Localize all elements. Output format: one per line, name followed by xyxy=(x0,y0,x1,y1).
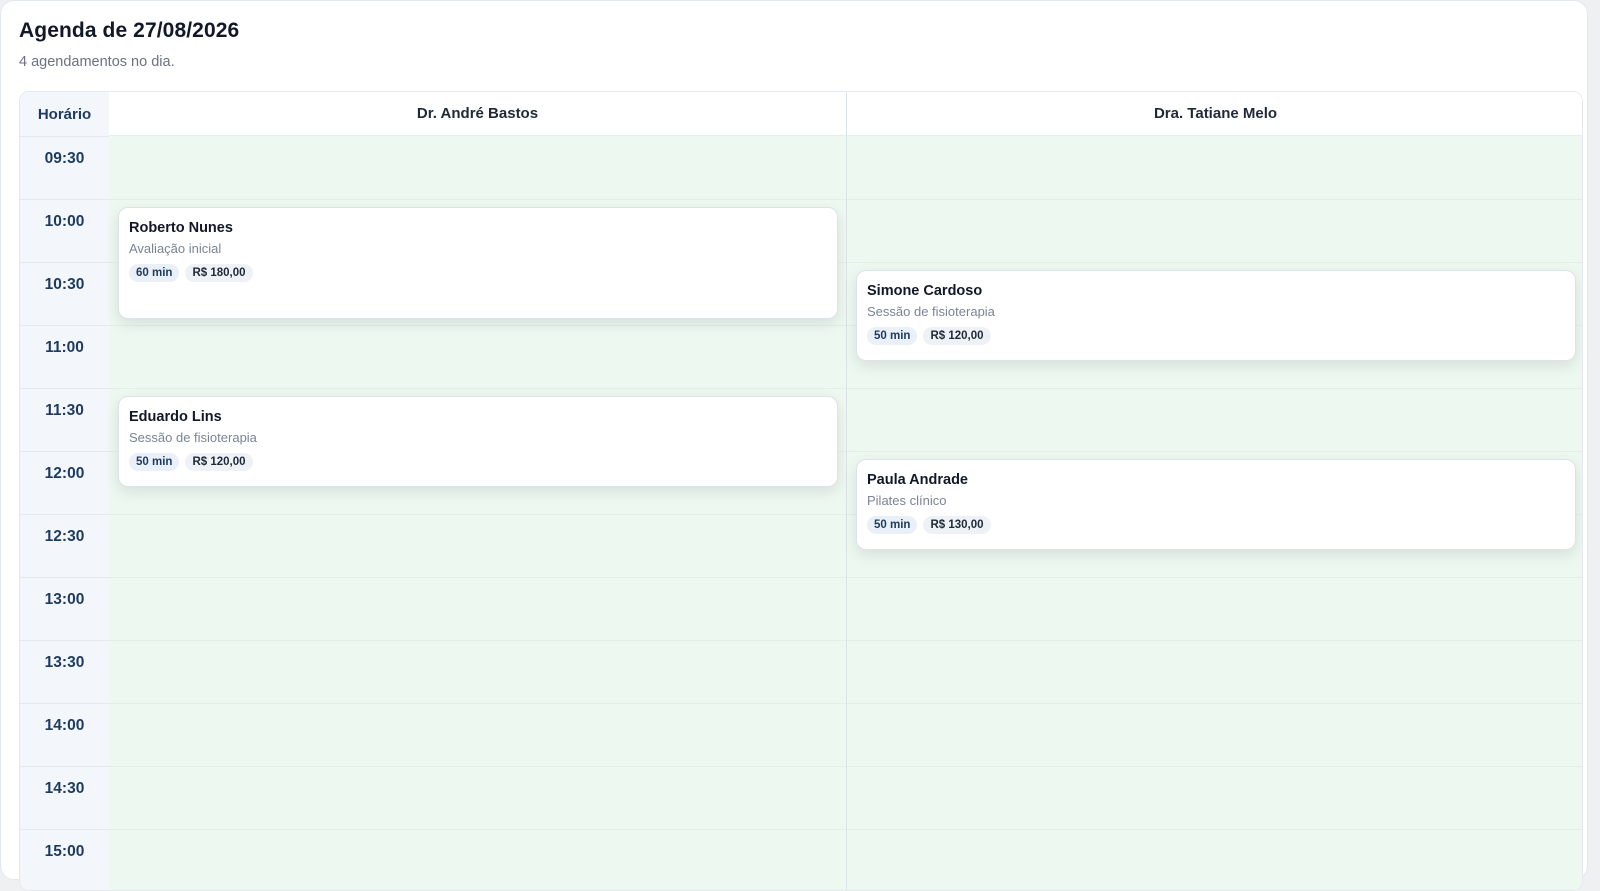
appointment-card-roberto-nunes[interactable]: Roberto Nunes Avaliação inicial 60 min R… xyxy=(118,207,838,319)
patient-name: Eduardo Lins xyxy=(129,409,222,425)
duration-badge: 60 min xyxy=(129,264,180,282)
time-slot: 11:00 xyxy=(20,325,109,388)
service-name: Sessão de fisioterapia xyxy=(867,304,995,319)
professional-header-tatiane-melo: Dra. Tatiane Melo xyxy=(847,92,1582,136)
price-badge: R$ 120,00 xyxy=(923,327,991,345)
time-slot: 14:30 xyxy=(20,766,109,829)
schedule-grid: Horário 09:30 10:00 10:30 11:00 11:30 12… xyxy=(19,91,1583,891)
time-slot: 11:30 xyxy=(20,388,109,451)
column-tatiane-melo[interactable]: Simone Cardoso Sessão de fisioterapia 50… xyxy=(847,136,1582,890)
time-column: Horário 09:30 10:00 10:30 11:00 11:30 12… xyxy=(20,92,110,890)
page-title: Agenda de 27/08/2026 xyxy=(19,19,240,42)
service-name: Sessão de fisioterapia xyxy=(129,430,257,445)
appointments-count: 4 agendamentos no dia. xyxy=(19,54,175,70)
professional-header-andre-bastos: Dr. André Bastos xyxy=(109,92,846,136)
price-badge: R$ 120,00 xyxy=(185,453,253,471)
time-slot: 12:00 xyxy=(20,451,109,514)
time-column-header: Horário xyxy=(37,105,92,123)
price-badge: R$ 130,00 xyxy=(923,516,991,534)
appointment-card-eduardo-lins[interactable]: Eduardo Lins Sessão de fisioterapia 50 m… xyxy=(118,396,838,487)
duration-badge: 50 min xyxy=(867,516,918,534)
duration-badge: 50 min xyxy=(129,453,180,471)
time-slot: 15:00 xyxy=(20,829,109,890)
price-badge: R$ 180,00 xyxy=(185,264,253,282)
time-slot: 10:30 xyxy=(20,262,109,325)
time-slot: 09:30 xyxy=(20,136,109,199)
patient-name: Paula Andrade xyxy=(867,472,968,488)
patient-name: Roberto Nunes xyxy=(129,220,233,236)
column-andre-bastos[interactable]: Roberto Nunes Avaliação inicial 60 min R… xyxy=(109,136,846,890)
service-name: Avaliação inicial xyxy=(129,241,222,256)
time-slot: 12:30 xyxy=(20,514,109,577)
time-slot: 14:00 xyxy=(20,703,109,766)
time-slot: 13:00 xyxy=(20,577,109,640)
schedule-card: Agenda de 27/08/2026 4 agendamentos no d… xyxy=(0,0,1588,891)
duration-badge: 50 min xyxy=(867,327,918,345)
patient-name: Simone Cardoso xyxy=(867,283,983,299)
appointment-card-simone-cardoso[interactable]: Simone Cardoso Sessão de fisioterapia 50… xyxy=(856,270,1576,361)
time-slot: 10:00 xyxy=(20,199,109,262)
service-name: Pilates clínico xyxy=(867,493,947,508)
time-slot: 13:30 xyxy=(20,640,109,703)
appointment-card-paula-andrade[interactable]: Paula Andrade Pilates clínico 50 min R$ … xyxy=(856,459,1576,550)
